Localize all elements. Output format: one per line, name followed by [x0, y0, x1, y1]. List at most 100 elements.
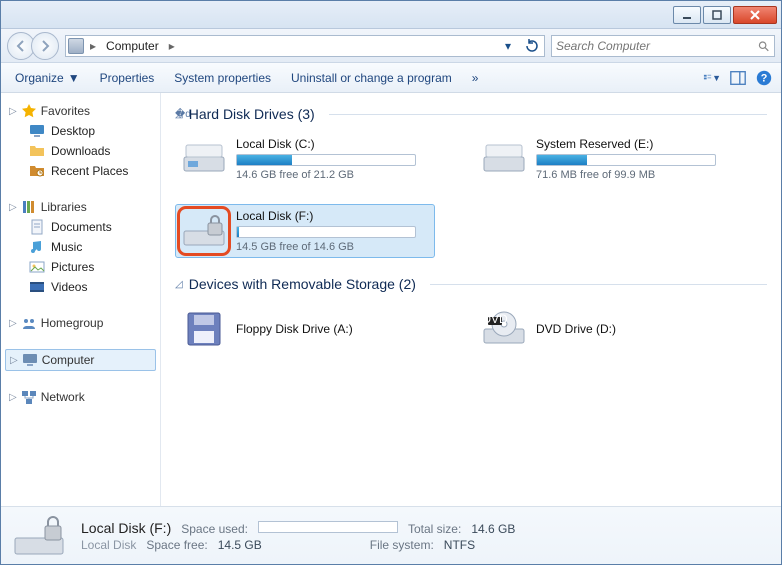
sidebar-item-music[interactable]: Music: [5, 237, 156, 257]
maximize-button[interactable]: [703, 6, 731, 24]
close-button[interactable]: [733, 6, 777, 24]
recent-icon: [29, 163, 45, 179]
navigation-pane: ▷ Favorites Desktop Downloads Recent Pla…: [1, 93, 161, 506]
computer-group: ▷ Computer: [5, 349, 156, 371]
drive-system-reserved-e[interactable]: System Reserved (E:) 71.6 MB free of 99.…: [475, 132, 735, 186]
drive-title: System Reserved (E:): [536, 137, 730, 151]
details-usage-bar: [258, 521, 398, 533]
homegroup-group: ▷ Homegroup: [5, 313, 156, 333]
computer-icon: [22, 352, 38, 368]
properties-button[interactable]: Properties: [94, 68, 161, 88]
drive-icon-locked: [180, 209, 228, 253]
sidebar-item-desktop[interactable]: Desktop: [5, 121, 156, 141]
help-button[interactable]: ?: [755, 69, 773, 87]
drive-icon: [180, 137, 228, 181]
breadcrumb[interactable]: ▸ Computer ▸ ▾: [65, 35, 545, 57]
titlebar: [1, 1, 781, 29]
sidebar-item-libraries[interactable]: ▷ Libraries: [5, 197, 156, 217]
search-box[interactable]: [551, 35, 775, 57]
sidebar-item-recent[interactable]: Recent Places: [5, 161, 156, 181]
drive-title: Local Disk (C:): [236, 137, 430, 151]
computer-icon: [68, 38, 84, 54]
desktop-icon: [29, 123, 45, 139]
details-type: Local Disk: [81, 538, 136, 552]
details-title: Local Disk (F:): [81, 520, 171, 536]
section-hdd-header[interactable]: ◿ Hard Disk Drives (3): [175, 106, 767, 122]
drive-icon: [480, 137, 528, 181]
folder-icon: [29, 143, 45, 159]
usage-bar: [236, 226, 416, 238]
usage-bar: [536, 154, 716, 166]
sidebar-item-computer[interactable]: ▷ Computer: [5, 349, 156, 371]
preview-pane-button[interactable]: [729, 69, 747, 87]
sidebar-item-documents[interactable]: Documents: [5, 217, 156, 237]
libraries-group: ▷ Libraries Documents Music Pictures Vid…: [5, 197, 156, 297]
details-label-used: Space used:: [181, 522, 248, 536]
network-group: ▷ Network: [5, 387, 156, 407]
details-label-total: Total size:: [408, 522, 461, 536]
details-total: 14.6 GB: [471, 522, 515, 536]
details-free: 14.5 GB: [218, 538, 262, 552]
svg-text:DVD: DVD: [482, 312, 508, 326]
drive-floppy-a[interactable]: Floppy Disk Drive (A:): [175, 302, 435, 356]
drive-title: Local Disk (F:): [236, 209, 430, 223]
drive-local-c[interactable]: Local Disk (C:) 14.6 GB free of 21.2 GB: [175, 132, 435, 186]
sidebar-item-videos[interactable]: Videos: [5, 277, 156, 297]
breadcrumb-history-button[interactable]: ▾: [498, 36, 518, 56]
sidebar-label: Favorites: [41, 104, 90, 118]
usage-bar: [236, 154, 416, 166]
sidebar-item-network[interactable]: ▷ Network: [5, 387, 156, 407]
svg-text:?: ?: [761, 72, 768, 84]
floppy-icon: [180, 307, 228, 351]
pictures-icon: [29, 259, 45, 275]
system-properties-button[interactable]: System properties: [168, 68, 277, 88]
drive-subtitle: 14.6 GB free of 21.2 GB: [236, 169, 430, 181]
drive-dvd-d[interactable]: DVD DVD Drive (D:): [475, 302, 735, 356]
sidebar-item-pictures[interactable]: Pictures: [5, 257, 156, 277]
section-label: Devices with Removable Storage (2): [189, 276, 416, 292]
organize-button[interactable]: Organize▼: [9, 68, 86, 88]
search-icon: [757, 39, 770, 53]
network-icon: [21, 389, 37, 405]
documents-icon: [29, 219, 45, 235]
forward-button[interactable]: [31, 32, 59, 60]
nav-arrows: [7, 32, 59, 60]
details-drive-icon: [11, 512, 67, 560]
sidebar-item-favorites[interactable]: ▷ Favorites: [5, 101, 156, 121]
content-pane[interactable]: �d ◿ Hard Disk Drives (3) Local Disk (C:…: [161, 93, 781, 506]
command-bar: Organize▼ Properties System properties U…: [1, 63, 781, 93]
sidebar-item-downloads[interactable]: Downloads: [5, 141, 156, 161]
search-input[interactable]: [556, 39, 753, 53]
refresh-button[interactable]: [522, 36, 542, 56]
drive-title: DVD Drive (D:): [536, 322, 730, 336]
chevron-down-icon: ▼: [68, 71, 80, 85]
removable-grid: Floppy Disk Drive (A:) DVD DVD Drive (D:…: [175, 302, 767, 356]
expand-icon: ▷: [9, 392, 17, 403]
details-fs: NTFS: [444, 538, 475, 552]
expand-icon: ▷: [10, 355, 18, 366]
favorites-group: ▷ Favorites Desktop Downloads Recent Pla…: [5, 101, 156, 181]
breadcrumb-sep[interactable]: ▸: [88, 39, 98, 53]
navbar: ▸ Computer ▸ ▾: [1, 29, 781, 63]
details-label-fs: File system:: [370, 538, 434, 552]
drive-local-f[interactable]: Local Disk (F:) 14.5 GB free of 14.6 GB: [175, 204, 435, 258]
breadcrumb-segment-computer[interactable]: Computer: [102, 37, 163, 55]
body: ▷ Favorites Desktop Downloads Recent Pla…: [1, 93, 781, 506]
details-pane: Local Disk (F:) Space used: Total size: …: [1, 506, 781, 564]
collapse-icon[interactable]: ◿: [175, 279, 183, 290]
more-commands-button[interactable]: »: [466, 68, 485, 88]
drive-subtitle: 14.5 GB free of 14.6 GB: [236, 241, 430, 253]
libraries-icon: [21, 199, 37, 215]
view-mode-button[interactable]: ▼: [703, 69, 721, 87]
expand-icon: ▷: [9, 318, 17, 329]
breadcrumb-sep[interactable]: ▸: [167, 39, 177, 53]
explorer-window: ▸ Computer ▸ ▾ Organize▼ Properties Syst…: [0, 0, 782, 565]
section-label: Hard Disk Drives (3): [189, 106, 315, 122]
expand-icon: ▷: [9, 202, 17, 213]
section-removable-header[interactable]: ◿ Devices with Removable Storage (2): [175, 276, 767, 292]
collapse-icon[interactable]: ◿: [175, 109, 183, 120]
hdd-grid: Local Disk (C:) 14.6 GB free of 21.2 GB …: [175, 132, 767, 258]
uninstall-button[interactable]: Uninstall or change a program: [285, 68, 458, 88]
minimize-button[interactable]: [673, 6, 701, 24]
sidebar-item-homegroup[interactable]: ▷ Homegroup: [5, 313, 156, 333]
